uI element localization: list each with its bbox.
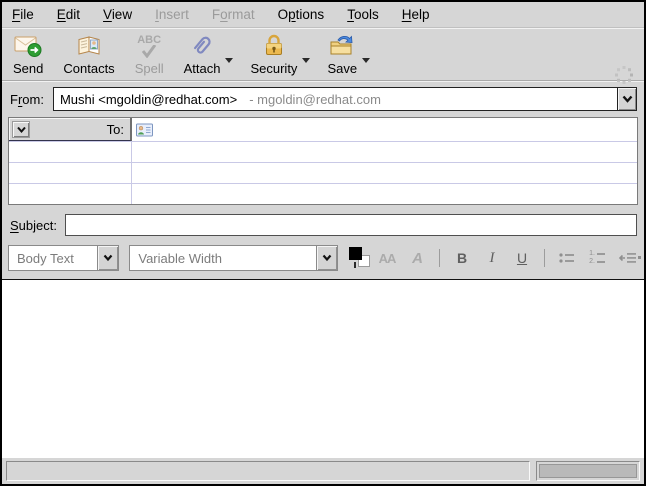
from-row: From: Mushi <mgoldin@redhat.com> - mgold… [2,82,644,115]
send-icon [13,32,43,60]
address-row-empty[interactable] [9,183,637,204]
security-button[interactable]: Security [247,32,300,76]
chevron-down-icon [103,254,113,262]
contact-card-icon [136,123,153,137]
recipient-row: To: [9,118,637,141]
progress-panel [536,461,640,481]
status-text-panel [6,461,530,481]
numbered-list-icon: 1. 2. [589,251,605,265]
format-toolbar: Body Text Variable Width AA A B I U [2,241,644,275]
from-identity-detail: - mgoldin@redhat.com [249,92,381,107]
save-folder-icon [328,32,356,60]
bullet-list-button[interactable] [552,245,582,271]
message-body-editor[interactable] [2,279,644,458]
menu-file[interactable]: File [12,7,34,22]
outdent-icon [618,251,637,265]
increase-font-size-button: A [402,245,432,271]
address-row-empty[interactable] [9,141,637,162]
decrease-font-size-button: AA [372,245,402,271]
from-dropdown-button[interactable] [617,88,636,110]
menu-insert: Insert [155,7,189,22]
attach-button[interactable]: Attach [181,32,224,76]
chevron-down-icon [17,126,26,133]
from-identity-value: Mushi <mgoldin@redhat.com> [60,92,237,107]
progress-meter [539,464,637,478]
font-face-select[interactable]: Variable Width [129,245,338,271]
save-dropdown-arrow-icon[interactable] [362,58,370,63]
recipient-type-label: To: [30,122,124,137]
main-toolbar: Send Contacts [2,28,644,80]
chevron-down-icon [622,95,633,103]
recipient-type-dropdown-button[interactable] [12,121,30,138]
lock-icon [262,32,286,60]
activity-throbber-icon [614,65,634,85]
subject-input[interactable] [65,214,637,236]
toolbar-overflow-indicator [638,256,641,259]
menu-bar: File Edit View Insert Format Options Too… [2,2,644,28]
recipient-type-button[interactable]: To: [9,118,132,141]
paragraph-style-dropdown-button[interactable] [97,246,118,270]
save-button[interactable]: Save [324,32,360,76]
recipient-address-input[interactable] [157,121,637,139]
bold-button[interactable]: B [447,245,477,271]
menu-edit[interactable]: Edit [57,7,80,22]
italic-button[interactable]: I [477,245,507,271]
menu-tools[interactable]: Tools [347,7,379,22]
menu-view[interactable]: View [103,7,132,22]
address-row-empty[interactable] [9,162,637,183]
paragraph-style-select[interactable]: Body Text [8,245,119,271]
subject-label: Subject: [10,218,57,233]
from-identity-select[interactable]: Mushi <mgoldin@redhat.com> - mgoldin@red… [53,87,637,111]
spell-button: ABC Spell [132,32,167,76]
send-button[interactable]: Send [10,32,46,76]
menu-options[interactable]: Options [278,7,325,22]
numbered-list-button[interactable]: 1. 2. [582,245,612,271]
paperclip-icon [189,32,215,60]
bullet-list-icon [558,251,576,265]
spell-check-icon: ABC [137,32,161,60]
from-label: From: [10,92,44,107]
addressing-widget: To: [8,117,638,205]
attach-dropdown-arrow-icon[interactable] [225,58,233,63]
subject-row: Subject: [2,205,644,241]
compose-window: File Edit View Insert Format Options Too… [0,0,646,486]
chevron-down-icon [322,254,332,262]
underline-button[interactable]: U [507,245,537,271]
text-color-picker[interactable] [348,246,372,270]
font-face-dropdown-button[interactable] [316,246,337,270]
contacts-button[interactable]: Contacts [60,32,117,76]
status-bar [2,458,644,484]
contacts-icon [75,32,103,60]
menu-format: Format [212,7,255,22]
foreground-color-swatch[interactable] [349,247,362,260]
security-dropdown-arrow-icon[interactable] [302,58,310,63]
menu-help[interactable]: Help [402,7,430,22]
